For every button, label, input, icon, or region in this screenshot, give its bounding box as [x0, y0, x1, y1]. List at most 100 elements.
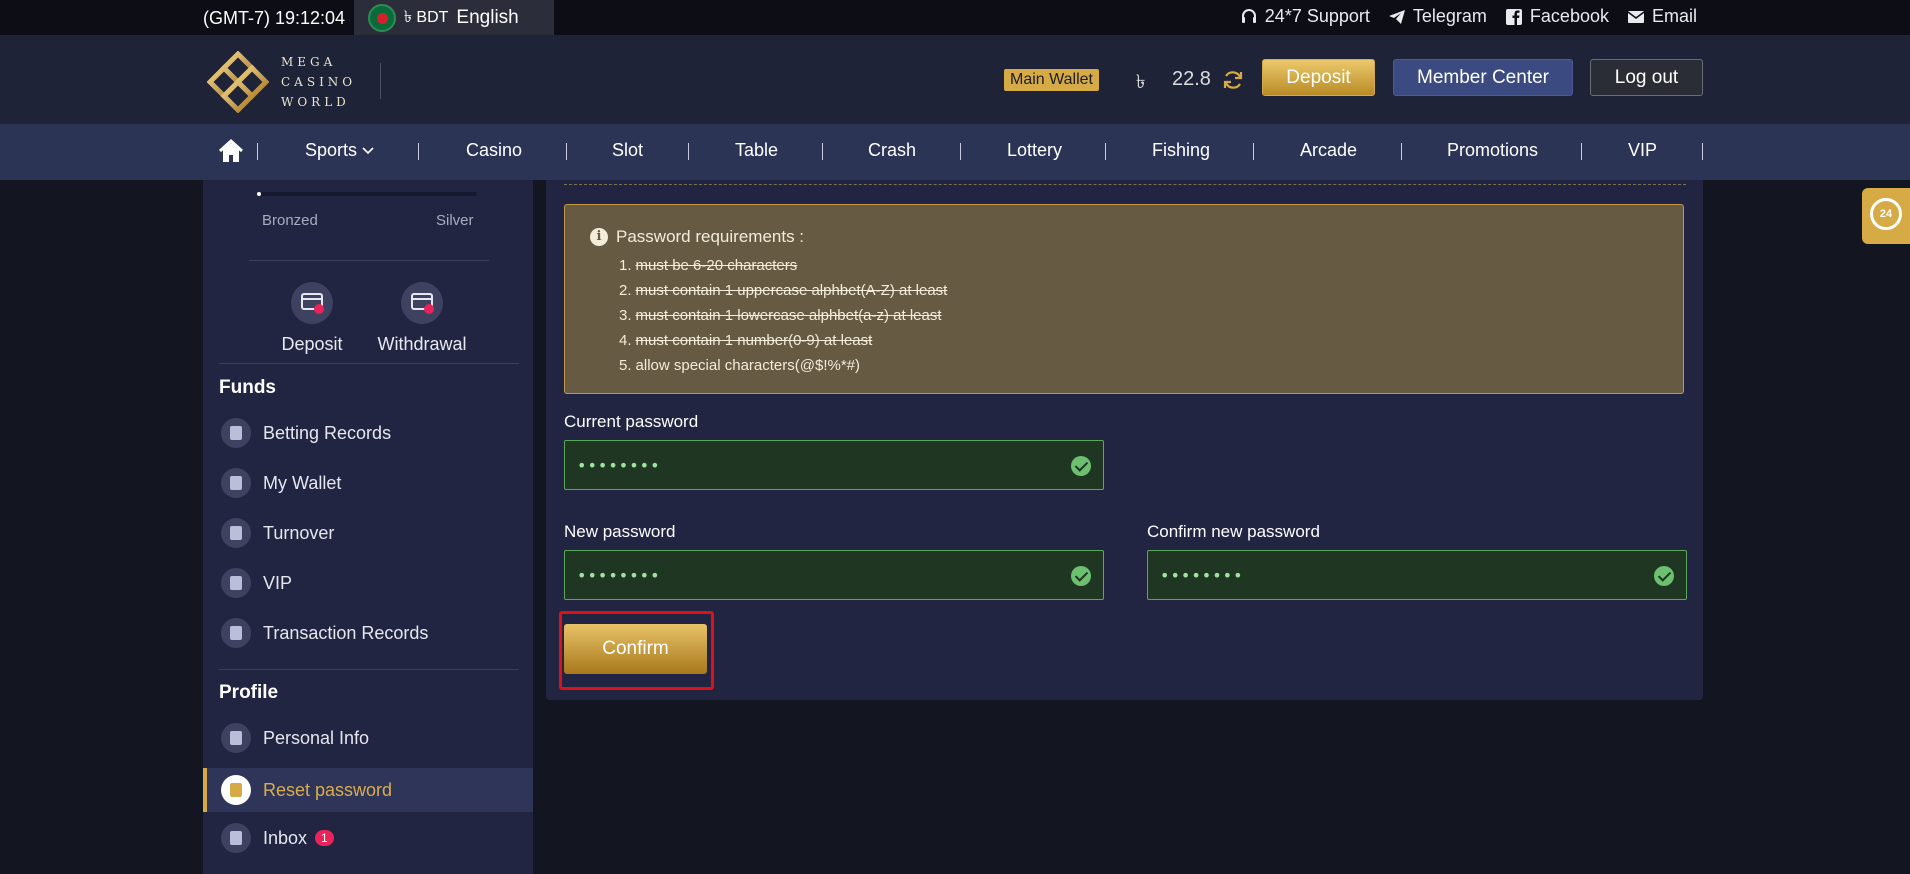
confirm-password-input[interactable] [1148, 551, 1686, 599]
logo-text: MEGA CASINO WORLD [281, 52, 356, 112]
requirement-text: allow special characters(@$!%*#) [635, 357, 860, 374]
nav-lottery[interactable]: Lottery [1007, 140, 1062, 161]
current-password-input[interactable] [565, 441, 1103, 489]
current-password-label: Current password [564, 412, 699, 431]
main-nav: Sports Casino Slot Table Crash Lottery F… [0, 124, 1910, 180]
lock-icon [221, 775, 251, 805]
logo-line-3: WORLD [281, 95, 350, 109]
deposit-icon [291, 282, 333, 324]
support-link[interactable]: 24*7 Support [1240, 6, 1370, 27]
member-center-button[interactable]: Member Center [1393, 59, 1573, 96]
new-password-field[interactable] [564, 550, 1104, 600]
requirement-text: must contain 1 number(0-9) at least [635, 332, 873, 349]
sidebar-item-vip[interactable]: VIP [203, 561, 533, 605]
nav-fishing[interactable]: Fishing [1152, 140, 1210, 161]
nav-promotions[interactable]: Promotions [1447, 140, 1538, 161]
divider [219, 363, 519, 364]
confirm-password-field[interactable] [1147, 550, 1687, 600]
requirement-number: 1. [619, 257, 632, 274]
sidebar-item-reset-password[interactable]: Reset password [203, 768, 533, 812]
withdrawal-icon [401, 282, 443, 324]
betting-records-icon [221, 418, 251, 448]
sidebar-item-label: Turnover [263, 522, 335, 543]
logout-button[interactable]: Log out [1590, 59, 1703, 96]
sidebar-item-label: Inbox [263, 827, 308, 848]
requirement-number: 2. [619, 282, 632, 299]
requirement-text: must be 6-20 characters [635, 257, 798, 274]
sidebar-item-label: VIP [263, 572, 293, 593]
sidebar-item-label: Betting Records [263, 422, 392, 443]
sidebar-item-transaction-records[interactable]: Transaction Records [203, 611, 533, 655]
nav-sports[interactable]: Sports [305, 140, 374, 161]
inbox-icon [221, 823, 251, 853]
requirement-item: 2. must contain 1 uppercase alphbet(A-Z) … [619, 278, 1658, 303]
nav-table[interactable]: Table [735, 140, 778, 161]
sidebar-item-label: Personal Info [263, 727, 370, 748]
sidebar-item-label: My Wallet [263, 472, 342, 493]
nav-divider [822, 143, 823, 160]
requirement-item: 4. must contain 1 number(0-9) at least [619, 328, 1658, 353]
current-password-field[interactable] [564, 440, 1104, 490]
telegram-link[interactable]: Telegram [1388, 6, 1487, 27]
refresh-icon[interactable] [1222, 69, 1244, 91]
site-logo[interactable]: MEGA CASINO WORLD [207, 51, 356, 113]
wallet-balance: 22.8 [1172, 68, 1211, 90]
inbox-count-badge: 1 [315, 830, 334, 846]
confirm-highlight-box: Confirm [559, 611, 714, 690]
floating-support-button[interactable]: 24 [1862, 188, 1910, 244]
currency-label: ৳ BDT [404, 9, 449, 26]
nav-divider [1401, 143, 1402, 160]
logo-mark-icon [207, 51, 269, 113]
check-icon [1071, 456, 1091, 476]
nav-divider [688, 143, 689, 160]
wallet-currency: ৳ [1136, 72, 1146, 93]
nav-slot[interactable]: Slot [612, 140, 643, 161]
profile-title: Profile [219, 682, 279, 703]
sidebar-item-betting-records[interactable]: Betting Records [203, 411, 533, 455]
confirm-password-label: Confirm new password [1147, 522, 1320, 541]
deposit-button[interactable]: Deposit [1262, 59, 1375, 96]
nav-crash[interactable]: Crash [868, 140, 916, 161]
telegram-icon [1388, 9, 1405, 24]
reset-password-panel: i Password requirements : 1. must be 6-20… [546, 180, 1703, 700]
sidebar-item-personal-info[interactable]: Personal Info [203, 716, 533, 760]
level-next: Silver [436, 212, 474, 229]
sidebar-item-inbox[interactable]: Inbox 1 [203, 816, 533, 860]
personal-info-icon [221, 723, 251, 753]
sidebar-item-label: Transaction Records [263, 622, 429, 643]
nav-sports-label: Sports [305, 140, 358, 160]
home-icon[interactable] [217, 137, 245, 165]
support-24-icon: 24 [1870, 198, 1902, 230]
headset-icon [1241, 8, 1256, 23]
requirement-item: 5. allow special characters(@$!%*#) [619, 353, 1658, 378]
requirement-text: must contain 1 uppercase alphbet(A-Z) at… [635, 282, 948, 299]
email-link[interactable]: Email [1627, 6, 1697, 27]
vip-progress-fill [257, 192, 261, 196]
main-wallet-badge: Main Wallet [1004, 69, 1099, 91]
quick-deposit-label: Deposit [281, 334, 343, 354]
nav-divider [1253, 143, 1254, 160]
level-current: Bronzed [262, 212, 318, 229]
quick-deposit-button[interactable]: Deposit [262, 282, 362, 355]
nav-divider [257, 143, 258, 160]
nav-casino[interactable]: Casino [466, 140, 522, 161]
confirm-button[interactable]: Confirm [564, 624, 707, 674]
nav-vip[interactable]: VIP [1628, 140, 1657, 161]
requirement-number: 5. [619, 357, 632, 374]
nav-arcade[interactable]: Arcade [1300, 140, 1357, 161]
requirements-heading: i Password requirements : [590, 227, 1658, 247]
telegram-label: Telegram [1412, 6, 1487, 26]
requirement-item: 3. must contain 1 lowercase alphbet(a-z) … [619, 303, 1658, 328]
sidebar-item-turnover[interactable]: Turnover [203, 511, 533, 555]
facebook-label: Facebook [1529, 6, 1609, 26]
language-label: English [456, 6, 519, 28]
sidebar-item-my-wallet[interactable]: My Wallet [203, 461, 533, 505]
new-password-input[interactable] [565, 551, 1103, 599]
logo-divider [380, 63, 381, 99]
logo-line-1: MEGA [281, 55, 337, 69]
turnover-icon [221, 518, 251, 548]
quick-withdrawal-button[interactable]: Withdrawal [372, 282, 472, 355]
language-selector[interactable]: ৳ BDT English [354, 0, 554, 35]
requirements-list: 1. must be 6-20 characters 2. must contain… [590, 253, 1658, 378]
facebook-link[interactable]: Facebook [1505, 6, 1609, 27]
